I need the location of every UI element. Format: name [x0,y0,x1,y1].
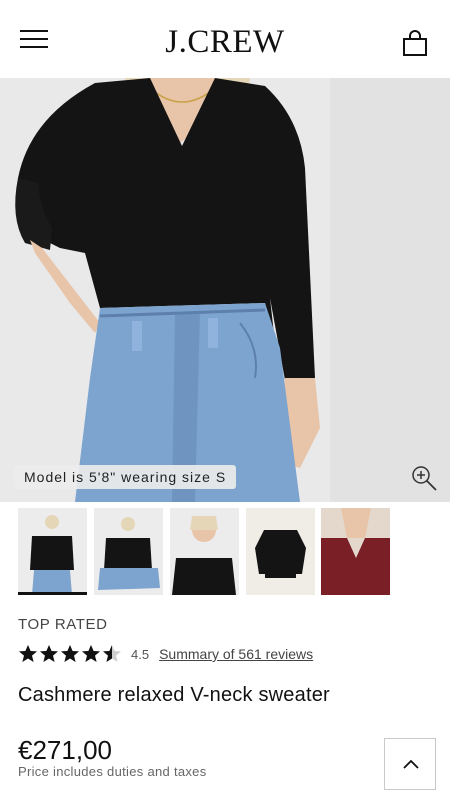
top-rated-badge: TOP RATED [18,616,108,633]
thumbnail-strip [0,508,450,596]
product-hero-image[interactable]: Model is 5'8" wearing size S [0,78,450,502]
star-icon [103,645,121,662]
product-price: €271,00 [18,735,112,765]
model-photo [0,78,450,502]
thumbnail-flat-lay[interactable] [246,508,315,595]
price-note: Price includes duties and taxes [18,764,207,779]
thumbnail-seated-on-model[interactable] [94,508,163,595]
zoom-in-icon[interactable] [409,463,439,493]
star-rating [18,644,123,664]
star-icon [19,645,37,662]
rating-value: 4.5 [131,646,150,662]
model-size-note: Model is 5'8" wearing size S [14,465,237,489]
star-icon [61,645,79,662]
thumbnail-burgundy-color[interactable] [321,508,390,595]
product-title: Cashmere relaxed V-neck sweater [18,684,330,706]
chevron-up-icon [403,759,419,769]
thumbnail-closeup-on-model[interactable] [170,508,239,595]
star-icon [40,645,58,662]
rating-row: 4.5 Summary of 561 reviews [18,643,313,665]
jcrew-logo[interactable]: J.CREW [0,24,450,61]
star-icon [82,645,100,662]
site-header: J.CREW [0,0,450,78]
shopping-bag-icon[interactable] [400,28,430,58]
thumbnail-front-on-model[interactable] [18,508,87,595]
back-to-top-button[interactable] [384,738,436,790]
reviews-summary-link[interactable]: Summary of 561 reviews [159,646,313,662]
